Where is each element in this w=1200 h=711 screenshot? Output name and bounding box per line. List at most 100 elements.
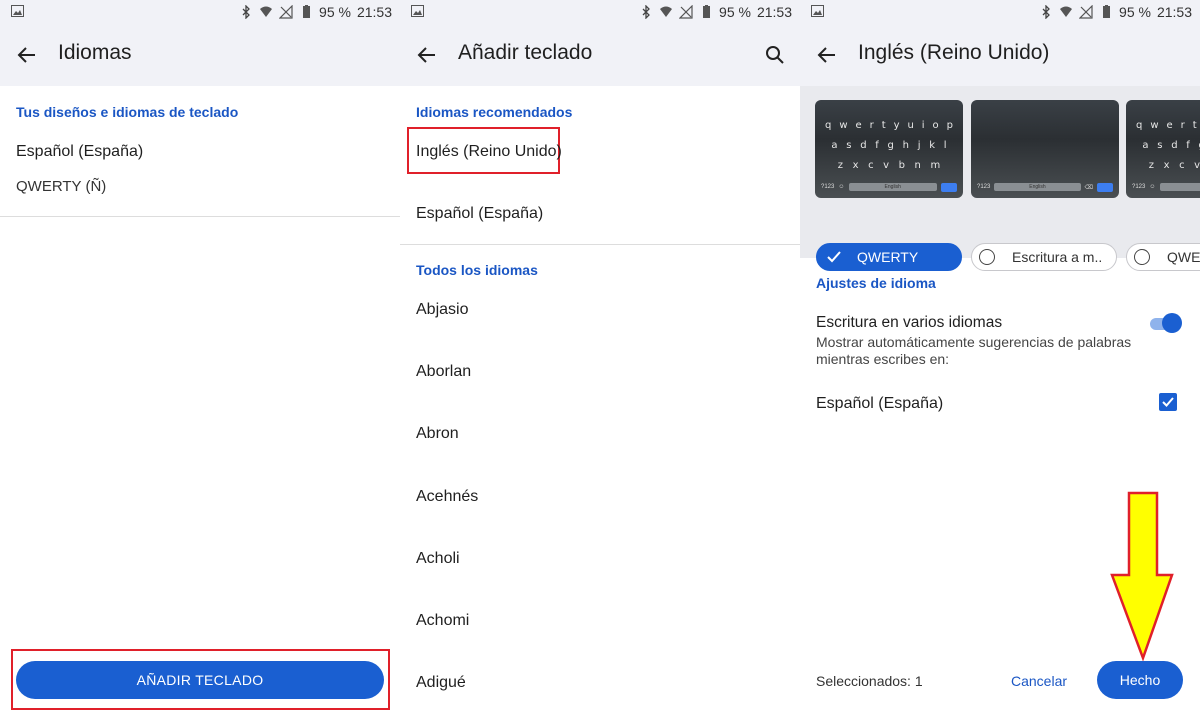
language-list-item[interactable]: Abron (416, 425, 459, 443)
keyboard-key: u (907, 120, 914, 131)
no-signal-icon (279, 5, 293, 19)
keyboard-row: asdfghjkl (827, 140, 951, 151)
add-keyboard-button[interactable]: AÑADIR TECLADO (16, 661, 384, 699)
secondary-language-item: Español (España) (816, 395, 944, 412)
space-key: English (994, 183, 1081, 191)
keyboard-row: qwertyuiop (821, 120, 957, 131)
checkbox-check-icon (1162, 397, 1174, 407)
cancel-button[interactable]: Cancelar (1011, 673, 1067, 689)
back-arrow-icon[interactable] (16, 44, 38, 66)
battery-level: 95 % (1119, 4, 1151, 20)
layout-chip-third[interactable]: QWE (1126, 243, 1200, 271)
pointer-arrow-icon (1110, 491, 1174, 661)
keyboard-key: s (846, 140, 852, 151)
keyboard-bottom-row: ?123 English ⌫ (977, 182, 1113, 192)
section-header-my-languages: Tus diseños e idiomas de teclado (16, 104, 239, 120)
keyboard-key: d (860, 140, 867, 151)
keyboard-key: e (855, 120, 862, 131)
keyboard-key: t (881, 120, 886, 131)
wifi-icon (260, 6, 273, 17)
search-icon[interactable] (764, 44, 786, 66)
radio-icon (1134, 249, 1150, 265)
keyboard-bottom-row: ?123 ☺ (1132, 182, 1200, 192)
app-bar: Añadir teclado (400, 24, 800, 86)
image-notification-icon (411, 5, 424, 17)
keyboard-key: f (875, 140, 879, 151)
keyboard-key: n (914, 160, 921, 171)
page-title: Añadir teclado (458, 41, 593, 64)
section-header-all-languages: Todos los idiomas (416, 262, 538, 278)
keyboard-preview-qwerty[interactable]: qwertyuiop asdfghjkl zxcvbnm ?123 ☺ Engl… (815, 100, 963, 198)
backspace-key-icon: ⌫ (1084, 184, 1093, 191)
keyboard-key: x (852, 160, 859, 171)
keyboard-key: c (868, 160, 874, 171)
image-notification-icon (11, 5, 24, 17)
keyboard-key: g (887, 140, 894, 151)
language-list-item[interactable]: Abjasio (416, 301, 468, 319)
multilang-title: Escritura en varios idiomas (816, 314, 1003, 331)
keyboard-row: asdfghjkl (1138, 140, 1200, 151)
bluetooth-icon (1042, 5, 1050, 19)
back-arrow-icon[interactable] (416, 44, 438, 66)
battery-icon (703, 5, 711, 18)
keyboard-key: b (898, 160, 905, 171)
language-list-item[interactable]: Adigué (416, 674, 466, 692)
keyboard-key: z (1148, 160, 1155, 171)
emoji-key-icon: ☺ (1149, 184, 1156, 190)
app-bar: Inglés (Reino Unido) (800, 24, 1200, 86)
keyboard-key: s (1157, 140, 1163, 151)
layout-carousel[interactable]: qwertyuiop asdfghjkl zxcvbnm ?123 ☺ Engl… (800, 86, 1200, 258)
page-title: Idiomas (58, 41, 132, 64)
language-detail-screen: 95 % 21:53 Inglés (Reino Unido) qwertyui… (800, 0, 1200, 711)
keyboard-row: zxcvbnm (1144, 160, 1200, 171)
section-header-language-settings: Ajustes de idioma (816, 275, 936, 291)
keyboard-key: v (1194, 160, 1200, 171)
keyboard-key: r (869, 120, 874, 131)
clock: 21:53 (356, 4, 392, 20)
recommended-language-item[interactable]: Español (España) (416, 205, 543, 223)
keyboard-preview-third[interactable]: qwertyuiop asdfghjkl zxcvbnm ?123 ☺ (1126, 100, 1200, 198)
status-bar: 95 % 21:53 (0, 0, 400, 24)
multilang-toggle[interactable] (1150, 313, 1182, 333)
app-bar: Idiomas (0, 24, 400, 86)
battery-icon (303, 5, 311, 18)
layout-chip-handwriting[interactable]: Escritura a m.. (971, 243, 1117, 271)
keyboard-key: l (943, 140, 947, 151)
secondary-language-checkbox[interactable] (1159, 393, 1177, 411)
add-keyboard-screen: 95 % 21:53 Añadir teclado Idiomas recome… (400, 0, 800, 711)
battery-level: 95 % (319, 4, 351, 20)
enter-key (1097, 182, 1113, 192)
language-list-item[interactable]: Acehnés (416, 488, 478, 506)
symbols-key: ?123 (977, 184, 991, 190)
layout-chip-qwerty[interactable]: QWERTY (816, 243, 962, 271)
done-button[interactable]: Hecho (1097, 661, 1183, 699)
back-arrow-icon[interactable] (816, 44, 838, 66)
multilang-description: Mostrar automáticamente sugerencias de p… (816, 334, 1132, 367)
clock: 21:53 (1156, 4, 1192, 20)
language-list-item[interactable]: Achomi (416, 612, 469, 630)
keyboard-key: p (946, 120, 953, 131)
keyboard-preview-handwriting[interactable]: ?123 English ⌫ (971, 100, 1119, 198)
symbols-key: ?123 (821, 184, 835, 190)
language-list-item[interactable]: Acholi (416, 550, 460, 568)
recommended-language-item[interactable]: Inglés (Reino Unido) (416, 143, 562, 161)
keyboard-row: qwertyuiop (1132, 120, 1200, 131)
section-header-recommended: Idiomas recomendados (416, 104, 573, 120)
status-bar: 95 % 21:53 (800, 0, 1200, 24)
selected-count: Seleccionados: 1 (816, 673, 923, 689)
languages-screen: 95 % 21:53 Idiomas Tus diseños e idiomas… (0, 0, 400, 711)
divider (400, 244, 800, 245)
layout-item[interactable]: QWERTY (Ñ) (16, 178, 106, 195)
battery-icon (1103, 5, 1111, 18)
no-signal-icon (679, 5, 693, 19)
wifi-icon (660, 6, 673, 17)
keyboard-key: o (932, 120, 939, 131)
keyboard-key: i (921, 120, 925, 131)
no-signal-icon (1079, 5, 1093, 19)
language-item[interactable]: Español (España) (16, 143, 143, 161)
toggle-knob (1162, 313, 1182, 333)
radio-icon (979, 249, 995, 265)
language-list-item[interactable]: Aborlan (416, 363, 471, 381)
layout-chip-label: QWE (1167, 249, 1200, 265)
page-title: Inglés (Reino Unido) (858, 41, 1050, 64)
